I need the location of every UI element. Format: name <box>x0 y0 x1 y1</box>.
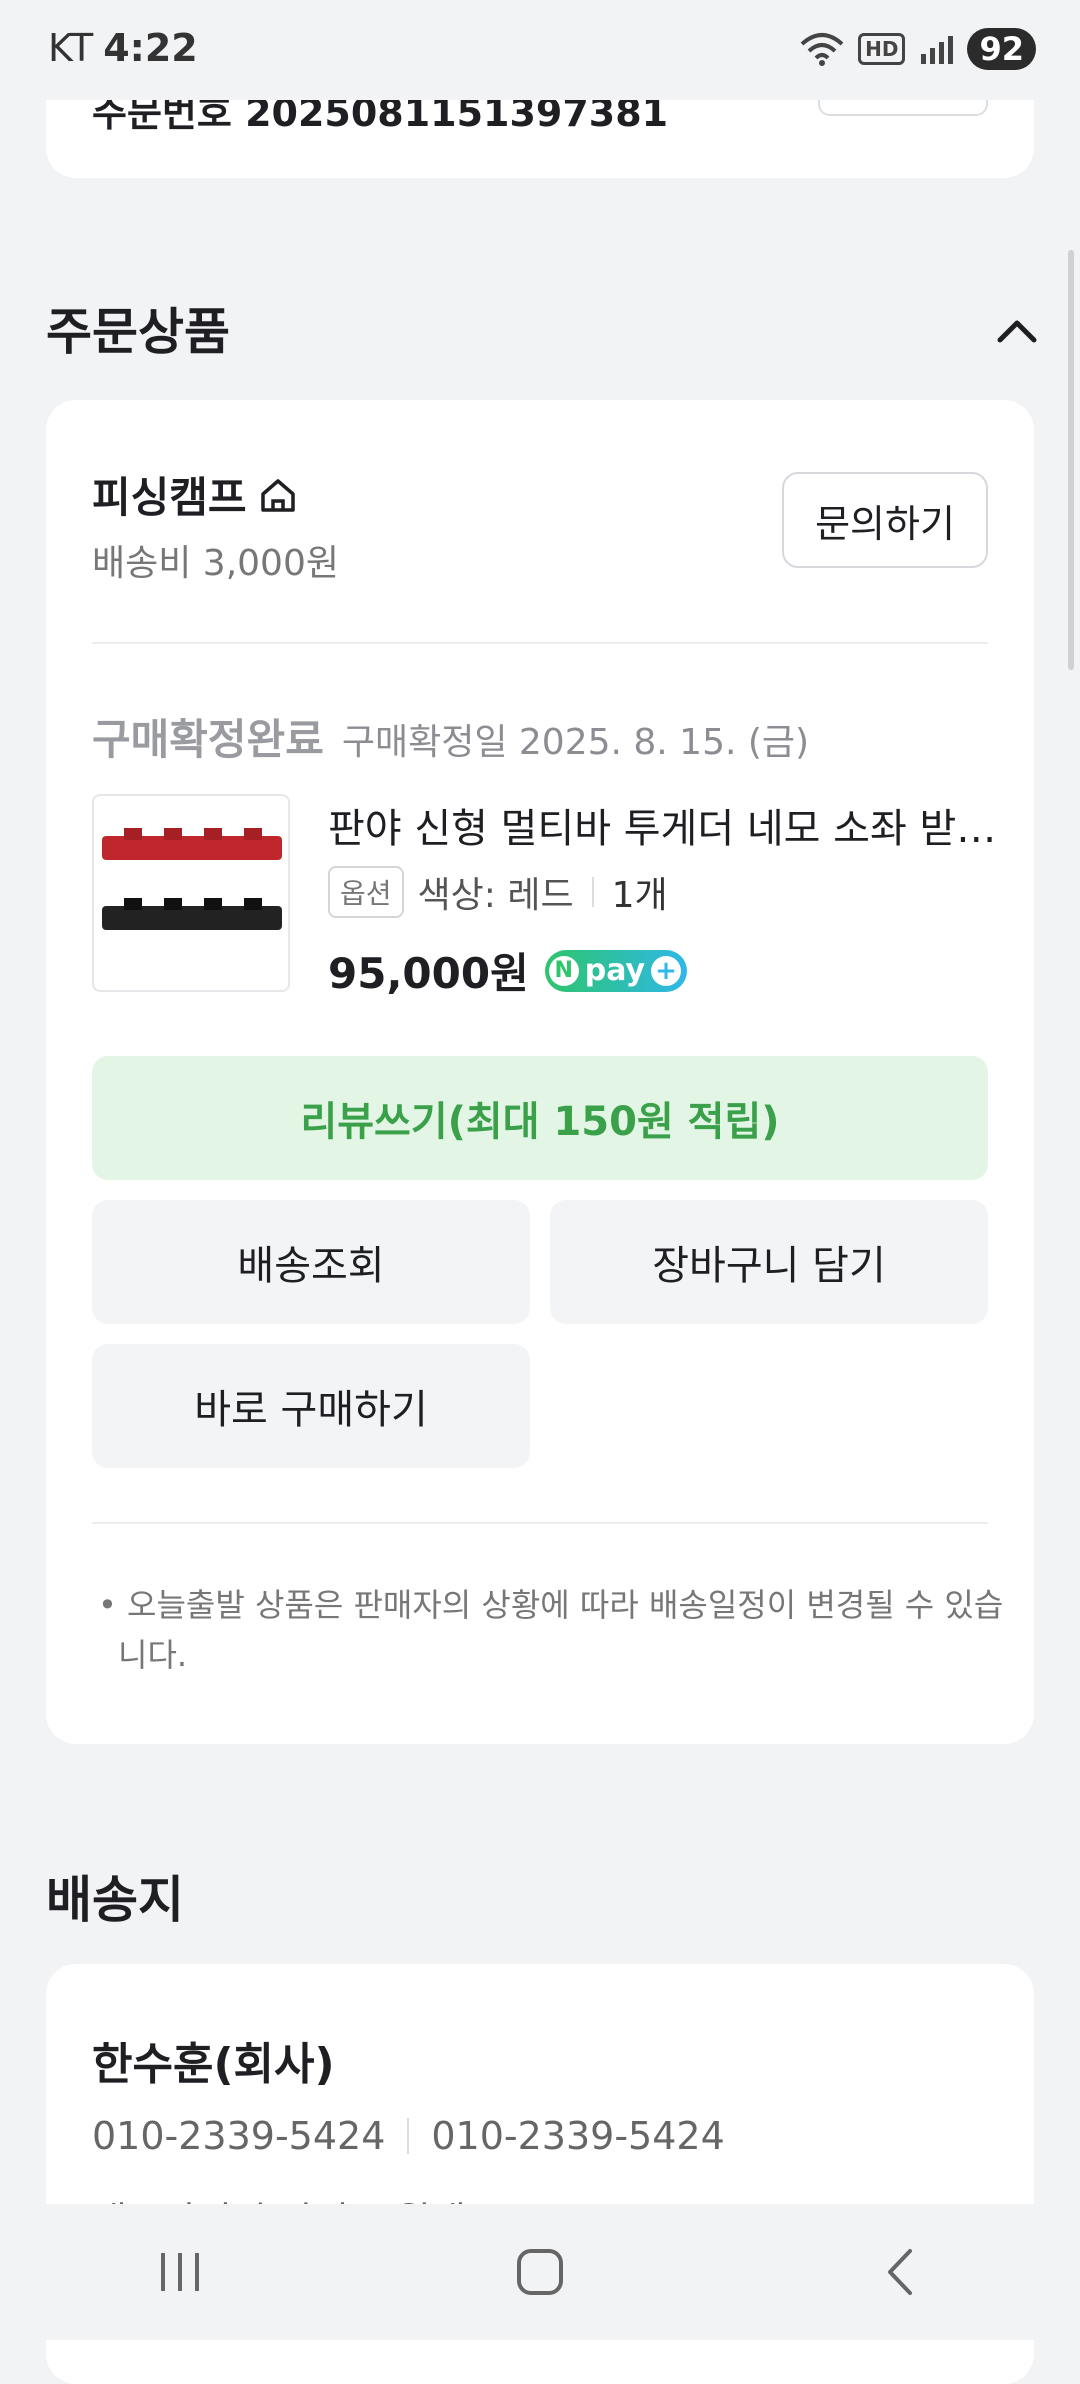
section-title-order-items: 주문상품 <box>46 303 230 361</box>
home-square-icon <box>517 2249 563 2295</box>
store-name: 피싱캠프 <box>92 473 247 522</box>
product-option-row: 옵션 색상: 레드 1개 <box>328 866 668 918</box>
recent-apps-icon <box>161 2253 199 2291</box>
write-review-button[interactable]: 리뷰쓰기(최대 150원 적립) <box>92 1056 988 1180</box>
system-nav-bar <box>0 2204 1080 2340</box>
plus-icon: + <box>651 955 682 986</box>
purchase-confirm-date: 구매확정일 2025. 8. 15. (금) <box>341 722 810 763</box>
home-button[interactable] <box>480 2222 600 2322</box>
shipping-notice-text: 오늘출발 상품은 판매자의 상황에 따라 배송일정이 변경될 수 있습니다. <box>118 1586 1004 1674</box>
shipping-notice: • 오늘출발 상품은 판매자의 상황에 따라 배송일정이 변경될 수 있습니다. <box>98 1586 1004 1674</box>
status-left: KT 4:22 <box>48 26 198 70</box>
carrier-label: KT <box>48 26 94 70</box>
order-items-card: 피싱캠프 배송비 3,000원 문의하기 구매확정완료 구매확정일 2025. … <box>46 400 1034 1744</box>
phone-separator <box>407 2118 410 2154</box>
status-bar: KT 4:22 HD 92 <box>0 0 1080 100</box>
scrollbar[interactable] <box>1068 250 1074 670</box>
home-icon <box>260 478 295 512</box>
section-title-delivery: 배송지 <box>46 1871 184 1929</box>
product-price: 95,000원 <box>328 949 529 998</box>
recipient-name: 한수훈(회사) <box>92 2039 335 2090</box>
option-badge: 옵션 <box>328 866 404 918</box>
clock: 4:22 <box>103 26 198 70</box>
back-button[interactable] <box>840 2222 960 2322</box>
divider <box>92 642 988 644</box>
quantity: 1개 <box>611 875 668 916</box>
store-name-link[interactable]: 피싱캠프 <box>92 464 299 525</box>
npay-plus-badge: N pay + <box>544 949 688 992</box>
product-image <box>102 828 282 930</box>
option-separator <box>591 877 594 907</box>
price-row: 95,000원 N pay + <box>328 940 688 1001</box>
product-thumbnail[interactable] <box>92 794 290 992</box>
hd-icon: HD <box>858 33 906 65</box>
battery-indicator: 92 <box>967 28 1036 70</box>
product-title[interactable]: 판야 신형 멀티바 투게더 네모 소좌 받침대 <box>328 796 1008 854</box>
buy-now-button[interactable]: 바로 구매하기 <box>92 1344 530 1468</box>
status-icons: HD 92 <box>800 28 1036 70</box>
divider <box>92 1522 988 1524</box>
shipping-fee: 배송비 3,000원 <box>92 543 339 584</box>
purchase-status-label: 구매확정완료 <box>92 715 324 764</box>
inquiry-button[interactable]: 문의하기 <box>782 472 988 568</box>
npay-n-icon: N <box>548 955 579 986</box>
phone-secondary: 010-2339-5424 <box>431 2114 725 2158</box>
purchase-status-row: 구매확정완료 구매확정일 2025. 8. 15. (금) <box>92 706 809 767</box>
phone-primary: 010-2339-5424 <box>92 2114 386 2158</box>
add-to-cart-button[interactable]: 장바구니 담기 <box>550 1200 988 1324</box>
recent-apps-button[interactable] <box>120 2222 240 2322</box>
track-delivery-button[interactable]: 배송조회 <box>92 1200 530 1324</box>
back-chevron-icon <box>888 2249 912 2295</box>
phone-row: 010-2339-5424 010-2339-5424 <box>92 2114 725 2158</box>
wifi-icon <box>800 33 844 66</box>
chevron-up-icon[interactable] <box>994 308 1040 354</box>
signal-icon <box>921 36 954 64</box>
npay-label: pay <box>584 953 646 988</box>
option-text: 색상: 레드 <box>417 875 574 916</box>
